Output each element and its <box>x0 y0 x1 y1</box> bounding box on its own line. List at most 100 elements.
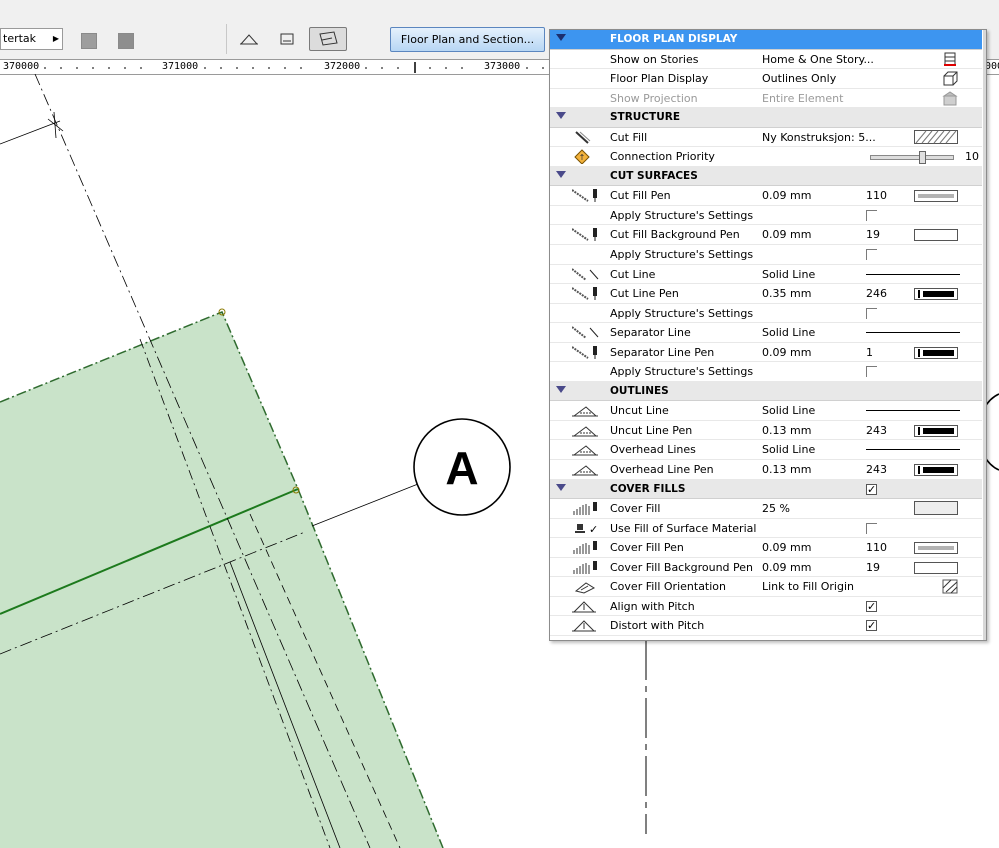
setting-row[interactable]: Overhead Lines Solid Line <box>550 440 982 461</box>
setting-row[interactable]: Overhead Line Pen 0.13 mm 243 <box>550 460 982 480</box>
setting-row[interactable]: Floor Plan Display Outlines Only <box>550 69 982 89</box>
setting-value[interactable]: Outlines Only <box>762 72 836 85</box>
setting-row[interactable]: Cut Line Solid Line <box>550 265 982 285</box>
setting-row[interactable]: Apply Structure's Settings <box>550 362 982 382</box>
setting-value[interactable]: 25 % <box>762 502 790 515</box>
line-type-sample[interactable] <box>866 449 960 451</box>
setting-row[interactable]: Cut Fill Ny Konstruksjon: 5... <box>550 128 982 148</box>
cube-icon[interactable] <box>942 71 958 86</box>
pen-number[interactable]: 246 <box>866 287 887 300</box>
setting-row[interactable]: ✓ Use Fill of Surface Material <box>550 519 982 539</box>
setting-value[interactable]: 0.13 mm <box>762 424 811 437</box>
section-header[interactable]: STRUCTURE <box>550 108 982 128</box>
setting-value[interactable]: 0.09 mm <box>762 189 811 202</box>
collapse-triangle-icon[interactable] <box>556 34 566 41</box>
setting-row[interactable]: Cover Fill 25 % <box>550 499 982 519</box>
setting-value[interactable]: 0.13 mm <box>762 463 811 476</box>
setting-checkbox[interactable] <box>866 366 877 378</box>
setting-checkbox[interactable] <box>866 522 877 534</box>
setting-value[interactable]: 0.09 mm <box>762 346 811 359</box>
setting-checkbox[interactable] <box>866 209 877 221</box>
pen-swatch[interactable] <box>914 561 958 574</box>
setting-value[interactable]: Solid Line <box>762 404 815 417</box>
pen-swatch[interactable] <box>914 542 958 555</box>
setting-row[interactable]: Cover Fill Background Pen 0.09 mm 19 <box>550 558 982 578</box>
section-view-icon[interactable] <box>276 30 298 48</box>
setting-value[interactable]: 0.09 mm <box>762 541 811 554</box>
setting-row[interactable]: Uncut Line Solid Line <box>550 401 982 421</box>
pen-number[interactable]: 110 <box>866 541 887 554</box>
collapse-triangle-icon[interactable] <box>556 385 566 393</box>
pen-swatch[interactable] <box>914 229 958 242</box>
dots-icon[interactable] <box>914 501 958 516</box>
setting-row[interactable]: Cut Line Pen 0.35 mm 246 <box>550 284 982 304</box>
hatch-icon[interactable] <box>914 129 958 145</box>
pen-number[interactable]: 19 <box>866 561 880 574</box>
setting-checkbox[interactable] <box>866 307 877 319</box>
floor-plan-section-button[interactable]: Floor Plan and Section... <box>390 27 545 52</box>
line-type-sample[interactable] <box>866 273 960 275</box>
setting-checkbox[interactable]: ✓ <box>866 600 877 612</box>
setting-row[interactable]: Apply Structure's Settings <box>550 206 982 226</box>
setting-row[interactable]: Apply Structure's Settings <box>550 304 982 324</box>
grey-square-icon[interactable] <box>81 33 97 49</box>
pen-swatch[interactable] <box>914 424 958 437</box>
section-header[interactable]: FLOOR PLAN DISPLAY <box>550 30 982 50</box>
layer-dropdown[interactable]: tertak ▶ <box>0 28 63 50</box>
pen-number[interactable]: 1 <box>866 346 873 359</box>
pitch-icon <box>572 599 600 614</box>
setting-value[interactable]: Solid Line <box>762 443 815 456</box>
setting-row[interactable]: Separator Line Pen 0.09 mm 1 <box>550 343 982 363</box>
collapse-triangle-icon[interactable] <box>556 170 566 178</box>
pen-swatch[interactable] <box>914 190 958 203</box>
priority-slider[interactable] <box>870 151 954 165</box>
pen-number[interactable]: 243 <box>866 463 887 476</box>
setting-row[interactable]: ↑ Connection Priority 10 <box>550 147 982 167</box>
setting-checkbox[interactable]: ✓ <box>866 620 877 632</box>
setting-value[interactable]: Home & One Story... <box>762 53 874 66</box>
setting-value[interactable]: Link to Fill Origin <box>762 580 854 593</box>
setting-row[interactable]: Cover Fill Pen 0.09 mm 110 <box>550 538 982 558</box>
pen-number[interactable]: 19 <box>866 228 880 241</box>
setting-value[interactable]: Solid Line <box>762 268 815 281</box>
projection-icon[interactable] <box>942 91 958 106</box>
setting-value[interactable]: Solid Line <box>762 326 815 339</box>
setting-row[interactable]: Show on Stories Home & One Story... <box>550 50 982 70</box>
setting-row[interactable]: Align with Pitch ✓ <box>550 597 982 617</box>
collapse-triangle-icon[interactable] <box>556 112 566 120</box>
setting-row[interactable]: Uncut Line Pen 0.13 mm 243 <box>550 421 982 441</box>
pen-swatch[interactable] <box>914 346 958 359</box>
setting-checkbox[interactable] <box>866 249 877 261</box>
setting-row[interactable]: Cover Fill Orientation Link to Fill Origi… <box>550 577 982 597</box>
stack-icon[interactable] <box>118 33 134 49</box>
elevation-view-icon[interactable] <box>238 30 260 48</box>
setting-row[interactable]: Separator Line Solid Line <box>550 323 982 343</box>
section-header[interactable]: OUTLINES <box>550 381 982 402</box>
setting-value[interactable]: 0.35 mm <box>762 287 811 300</box>
pen-number[interactable]: 110 <box>866 189 887 202</box>
setting-row[interactable]: Cut Fill Background Pen 0.09 mm 19 <box>550 225 982 246</box>
setting-value[interactable]: Entire Element <box>762 92 843 105</box>
pen-swatch[interactable] <box>914 288 958 301</box>
stories-icon[interactable] <box>942 52 958 67</box>
line-type-sample[interactable] <box>866 410 960 412</box>
setting-value[interactable]: 0.09 mm <box>762 228 811 241</box>
setting-value[interactable]: 0.09 mm <box>762 561 811 574</box>
section-header[interactable]: COVER FILLS ✓ <box>550 479 982 500</box>
pen-number[interactable]: 243 <box>866 424 887 437</box>
grid-marker-label: A <box>445 442 478 494</box>
setting-value[interactable]: Ny Konstruksjon: 5... <box>762 131 876 144</box>
slider-knob[interactable] <box>919 151 926 165</box>
setting-row[interactable]: Show Projection Entire Element <box>550 89 982 109</box>
section-checkbox[interactable]: ✓ <box>866 483 877 495</box>
setting-row[interactable]: Cut Fill Pen 0.09 mm 110 <box>550 186 982 206</box>
orient-icon[interactable] <box>942 579 958 594</box>
floor-plan-view-icon[interactable] <box>309 27 347 51</box>
line-type-sample[interactable] <box>866 332 960 334</box>
collapse-triangle-icon[interactable] <box>556 483 566 491</box>
setting-row[interactable]: Apply Structure's Settings <box>550 245 982 265</box>
panel-scrollbar[interactable] <box>983 30 986 640</box>
setting-row[interactable]: Distort with Pitch ✓ <box>550 616 982 636</box>
pen-swatch[interactable] <box>914 464 958 477</box>
section-header[interactable]: CUT SURFACES <box>550 166 982 187</box>
